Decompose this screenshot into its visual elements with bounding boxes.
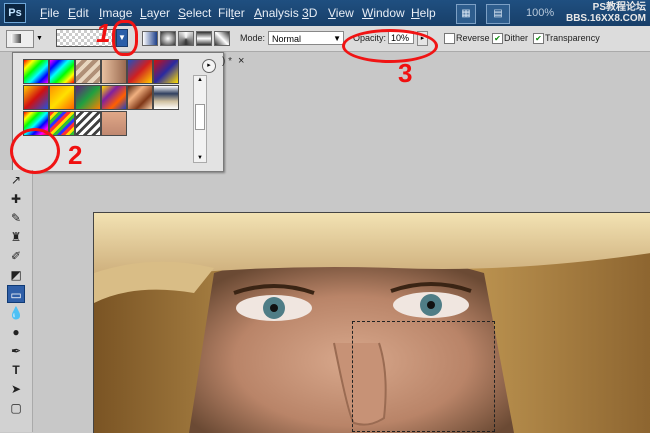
gradient-tool-icon[interactable]: ▭ <box>7 285 25 303</box>
document-tab[interactable]: ) * <box>222 56 232 67</box>
tool-preset-picker[interactable] <box>6 30 34 48</box>
menu-item[interactable]: Select <box>178 6 211 20</box>
watermark-line1: PS教程论坛 <box>592 2 646 13</box>
history-brush-icon[interactable]: ✐ <box>7 247 25 265</box>
chevron-down-icon: ▼ <box>333 34 341 43</box>
scroll-up-icon[interactable]: ▲ <box>194 76 206 84</box>
reverse-checkbox[interactable] <box>444 33 455 44</box>
gradient-swatch-yellow-violet-orange-blue[interactable] <box>101 85 127 110</box>
spot-healing-icon[interactable]: ✚ <box>7 190 25 208</box>
mode-value: Normal <box>272 34 302 44</box>
menu-item[interactable]: 3D <box>302 6 317 20</box>
annotation-number-3: 3 <box>398 58 413 88</box>
panel-menu-icon[interactable]: ▸ <box>202 59 216 73</box>
annotation-number-1: 1 <box>96 18 111 48</box>
gradient-swatch-violet-green-orange[interactable] <box>75 85 101 110</box>
close-icon[interactable]: × <box>238 55 244 67</box>
scroll-thumb[interactable] <box>195 104 205 130</box>
linear-gradient-button[interactable] <box>142 31 158 46</box>
menu-item[interactable]: Layer <box>140 6 170 20</box>
annotation-circle-1 <box>112 20 138 56</box>
menu-item[interactable]: Edit <box>68 6 89 20</box>
zoom-arrow-icon[interactable]: ↗ <box>7 171 25 189</box>
gradient-swatch-black-white[interactable] <box>75 59 101 84</box>
gradient-swatch-red-green[interactable] <box>101 59 127 84</box>
mode-label: Mode: <box>240 33 266 43</box>
gradient-swatch-foreground-to-background[interactable] <box>23 59 49 84</box>
annotation-number-2: 2 <box>68 140 83 170</box>
dither-label: Dither <box>504 33 529 43</box>
blur-icon[interactable]: 💧 <box>7 304 25 322</box>
gradient-swatch-transparent-stripes[interactable] <box>75 111 101 136</box>
menu-item[interactable]: Analysis <box>254 6 299 20</box>
watermark: PS教程论坛 BBS.16XX8.COM <box>566 2 646 24</box>
menu-item[interactable]: Help <box>411 6 436 20</box>
chevron-down-icon[interactable]: ▼ <box>36 35 43 42</box>
pen-icon[interactable]: ✒ <box>7 342 25 360</box>
angle-gradient-button[interactable] <box>178 31 194 46</box>
photoshop-logo: Ps <box>4 3 26 23</box>
watermark-line2: BBS.16XX8.COM <box>565 13 646 24</box>
tools-panel: ↗ ✚ ✎ ♜ ✐ ◩ ▭ 💧 ● ✒ T ➤ ▢ <box>0 170 33 432</box>
transparency-checkbox[interactable]: ✔ <box>533 33 544 44</box>
annotation-circle-3 <box>342 29 438 63</box>
radial-gradient-button[interactable] <box>160 31 176 46</box>
gradient-swatch-transparent-rainbow[interactable] <box>49 111 75 136</box>
picker-scrollbar[interactable]: ▲ ▼ <box>193 75 207 163</box>
mode-select[interactable]: Normal ▼ <box>268 31 344 45</box>
gradient-swatch-copper[interactable] <box>127 85 153 110</box>
brush-icon[interactable]: ✎ <box>7 209 25 227</box>
reverse-label: Reverse <box>456 33 490 43</box>
gradient-swatch-blue-yellow-blue[interactable] <box>23 85 49 110</box>
view-extras-icon[interactable]: ▤ <box>486 4 510 24</box>
gradient-swatch-violet-orange[interactable] <box>127 59 153 84</box>
gradient-swatch-foreground-to-transparent[interactable] <box>49 59 75 84</box>
gradient-swatch-blue-red-yellow[interactable] <box>153 59 179 84</box>
zoom-level[interactable]: 100% <box>526 7 554 19</box>
menu-item[interactable]: Window <box>362 6 405 20</box>
path-selection-icon[interactable]: ➤ <box>7 380 25 398</box>
dither-checkbox[interactable]: ✔ <box>492 33 503 44</box>
menu-item[interactable]: File <box>40 6 59 20</box>
gradient-swatch-skin-tone[interactable] <box>101 111 127 136</box>
menu-item[interactable]: Filter <box>218 6 245 20</box>
type-tool-icon[interactable]: T <box>7 361 25 379</box>
gradient-swatch-chrome[interactable] <box>153 85 179 110</box>
menu-item[interactable]: View <box>328 6 354 20</box>
reflected-gradient-button[interactable] <box>196 31 212 46</box>
annotation-circle-2 <box>10 128 60 174</box>
scroll-down-icon[interactable]: ▼ <box>194 154 206 162</box>
dodge-icon[interactable]: ● <box>7 323 25 341</box>
clone-stamp-icon[interactable]: ♜ <box>7 228 25 246</box>
diamond-gradient-button[interactable] <box>214 31 230 46</box>
bridge-icon[interactable]: ▦ <box>456 4 476 24</box>
selection-marquee <box>352 321 495 432</box>
transparency-label: Transparency <box>545 33 600 43</box>
rectangle-shape-icon[interactable]: ▢ <box>7 399 25 417</box>
gradient-swatch-orange-yellow-orange[interactable] <box>49 85 75 110</box>
eraser-icon[interactable]: ◩ <box>7 266 25 284</box>
